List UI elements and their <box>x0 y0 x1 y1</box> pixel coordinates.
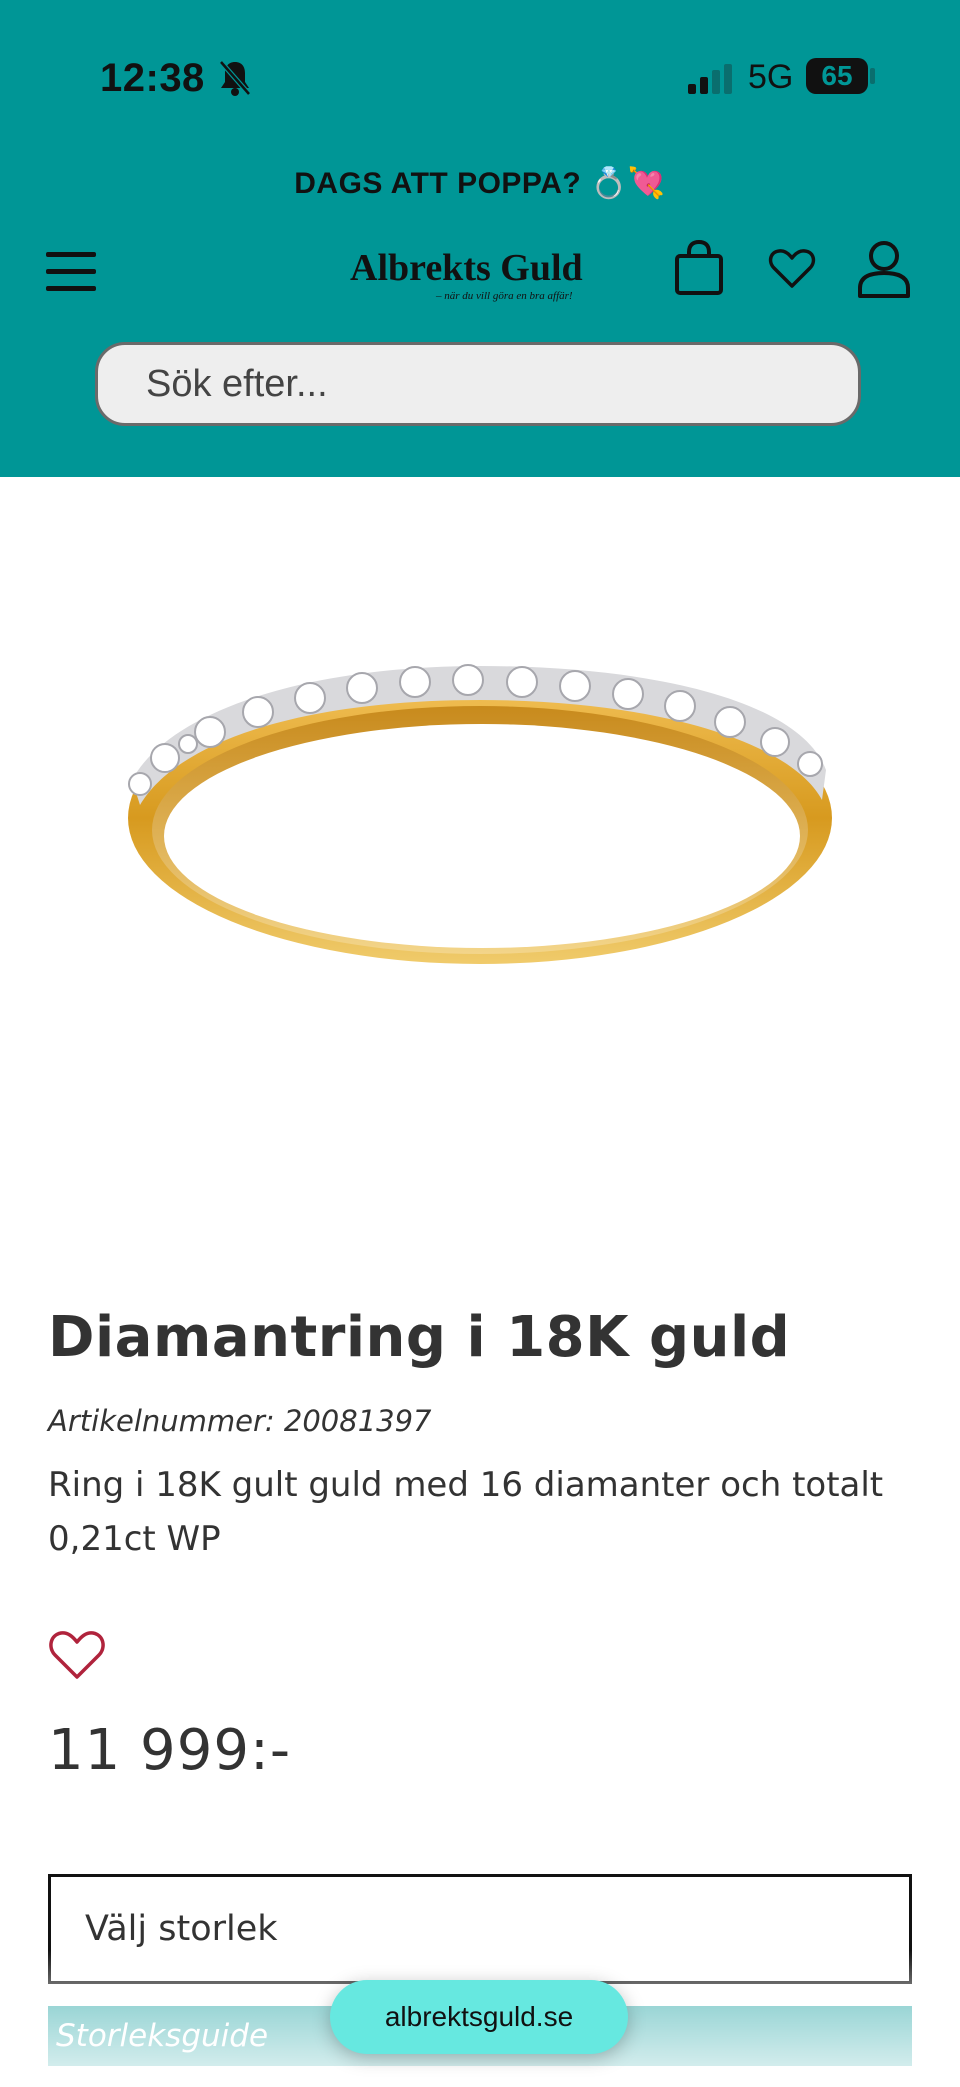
site-header: 12:38 5G 65 DAGS ATT POPPA? 💍💘 Albrekts … <box>0 0 960 477</box>
logo[interactable]: Albrekts Guld – när du vill göra en bra … <box>350 228 610 308</box>
browser-url: albrektsguld.se <box>384 2001 574 2032</box>
logo-text: Albrekts Guld <box>350 247 583 289</box>
bell-slash-icon <box>219 60 251 96</box>
network-label: 5G <box>748 58 794 96</box>
battery-icon: 65 <box>806 58 868 94</box>
heart-icon[interactable] <box>768 248 816 288</box>
browser-url-pill[interactable]: albrektsguld.se <box>330 1980 628 2054</box>
product-description: Ring i 18K gult guld med 16 diamanter oc… <box>48 1465 884 1559</box>
search-input[interactable]: Sök efter... <box>95 342 861 426</box>
size-guide-label: Storleksguide <box>56 2018 269 2054</box>
promo-banner[interactable]: DAGS ATT POPPA? 💍💘 <box>0 166 960 201</box>
battery-tip <box>870 68 875 84</box>
logo-tagline: – när du vill göra en bra affär! <box>436 290 573 302</box>
promo-text: DAGS ATT POPPA? 💍💘 <box>294 167 666 200</box>
status-time: 12:38 <box>100 56 205 100</box>
user-icon[interactable] <box>856 240 912 298</box>
signal-icon <box>688 64 732 94</box>
battery-level: 65 <box>821 60 853 91</box>
product-image[interactable] <box>110 640 850 980</box>
size-select[interactable]: Välj storlek <box>48 1874 912 1984</box>
shopping-bag-icon[interactable] <box>674 240 724 296</box>
size-select-label: Välj storlek <box>85 1909 278 1949</box>
article-number: Artikelnummer: 20081397 <box>48 1404 432 1438</box>
favorite-heart-icon[interactable] <box>48 1628 106 1680</box>
product-price: 11 999:- <box>48 1718 292 1783</box>
search-placeholder: Sök efter... <box>146 362 328 405</box>
menu-icon[interactable] <box>46 250 96 294</box>
product-title: Diamantring i 18K guld <box>48 1305 791 1370</box>
